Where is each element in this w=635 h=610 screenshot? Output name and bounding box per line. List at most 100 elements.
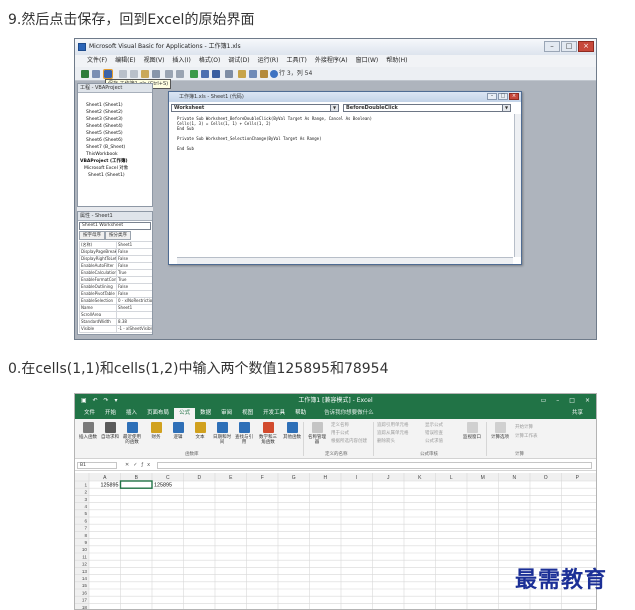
tree-item[interactable]: Sheet4 (Sheet4) — [86, 123, 152, 130]
help-icon[interactable] — [270, 70, 278, 78]
calculate-sheet-button[interactable]: 计算工作表 — [515, 434, 538, 440]
ribbon-function-button[interactable]: 插入函数 — [77, 422, 99, 440]
vba-menu-item[interactable]: 插入(I) — [168, 55, 194, 67]
vba-menu-item[interactable]: 工具(T) — [282, 55, 310, 67]
row-header[interactable]: 9 — [84, 540, 87, 545]
tree-item[interactable]: ThisWorkbook — [86, 151, 152, 158]
property-row[interactable]: EnablePivotTable False — [79, 290, 152, 298]
code-vertical-scrollbar[interactable] — [514, 114, 521, 257]
excel-close-button[interactable]: × — [585, 394, 590, 408]
code-horizontal-scrollbar[interactable] — [177, 257, 513, 264]
cell-value-c1[interactable]: 125895 — [154, 483, 172, 489]
property-value[interactable]: Sheet1 — [116, 241, 152, 249]
ribbon-function-button[interactable]: 数学和三角函数 — [257, 422, 279, 445]
properties-icon[interactable] — [249, 70, 257, 78]
break-icon[interactable] — [201, 70, 209, 78]
column-header[interactable]: M — [481, 475, 485, 481]
minimize-button[interactable]: – — [544, 41, 560, 52]
vba-menu-item[interactable]: 视图(V) — [140, 55, 169, 67]
tree-item[interactable]: Sheet2 (Sheet2) — [86, 109, 152, 116]
row-header[interactable]: 16 — [82, 590, 88, 595]
trace-precedents-button[interactable]: 追踪引用单元格 — [377, 423, 409, 429]
properties-tab[interactable]: 按字母序 — [79, 231, 105, 240]
watch-window-button[interactable]: 监视窗口 — [461, 422, 483, 440]
property-row[interactable]: Visible -1 - xlSheetVisible — [79, 325, 152, 333]
property-value[interactable]: False — [116, 255, 152, 263]
tree-item[interactable]: VBAProject (工作簿) — [80, 158, 152, 165]
column-header[interactable]: I — [356, 475, 357, 481]
property-row[interactable]: StandardWidth 8.38 — [79, 318, 152, 326]
tree-item[interactable]: Sheet1 (Sheet1) — [86, 102, 152, 109]
formula-input[interactable] — [157, 462, 592, 469]
show-formulas-button[interactable]: 显示公式 — [425, 423, 443, 429]
ribbon-function-button[interactable]: 财务 — [145, 422, 167, 440]
procedure-combo[interactable]: BeforeDoubleClick — [343, 104, 511, 112]
design-mode-icon[interactable] — [225, 70, 233, 78]
ribbon-function-button[interactable]: 查找与引用 — [233, 422, 255, 445]
undo-icon[interactable] — [165, 70, 173, 78]
ribbon-function-button[interactable]: 逻辑 — [167, 422, 189, 440]
code-close-button[interactable]: × — [509, 93, 519, 100]
name-manager-button[interactable]: 名称管理器 — [307, 422, 327, 445]
row-header[interactable]: 3 — [84, 497, 87, 502]
column-header[interactable]: H — [323, 475, 327, 481]
vba-menu-item[interactable]: 格式(O) — [195, 55, 224, 67]
run-icon[interactable] — [190, 70, 198, 78]
ribbon-tab[interactable]: 审阅 — [216, 408, 237, 419]
property-value[interactable] — [116, 311, 152, 319]
ribbon-function-button[interactable]: 日期和时间 — [211, 422, 233, 445]
column-header[interactable]: G — [292, 475, 296, 481]
vba-menu-item[interactable]: 窗口(W) — [352, 55, 383, 67]
insert-module-icon[interactable] — [92, 70, 100, 78]
name-box[interactable]: B1 — [77, 462, 117, 469]
object-browser-icon[interactable] — [260, 70, 268, 78]
trace-dependents-button[interactable]: 追踪从属单元格 — [377, 431, 409, 437]
tree-item[interactable]: Sheet5 (Sheet5) — [86, 130, 152, 137]
row-header[interactable]: 7 — [84, 526, 87, 531]
excel-view-icon[interactable] — [81, 70, 89, 78]
code-minimize-button[interactable]: – — [487, 93, 497, 100]
ribbon-function-button[interactable]: 自动求和 — [99, 422, 121, 440]
close-button[interactable]: × — [578, 41, 594, 52]
property-value[interactable]: 0 - xlNoRestrictions — [116, 297, 152, 305]
row-header[interactable]: 1 — [84, 482, 87, 487]
code-restore-button[interactable]: □ — [498, 93, 508, 100]
tree-item[interactable]: Sheet3 (Sheet3) — [86, 116, 152, 123]
column-header[interactable]: O — [544, 475, 548, 481]
tell-me-search[interactable]: 告诉我你想要做什么 — [319, 408, 379, 419]
column-header[interactable]: D — [197, 475, 201, 481]
property-value[interactable]: -1 - xlSheetVisible — [116, 325, 152, 333]
row-header[interactable]: 15 — [82, 583, 88, 588]
property-row[interactable]: EnableFormatConditionsTrue — [79, 276, 152, 284]
paste-icon[interactable] — [141, 70, 149, 78]
ribbon-tab[interactable]: 文件 — [79, 408, 100, 419]
row-header[interactable]: 10 — [82, 547, 88, 552]
column-header[interactable]: F — [261, 475, 264, 481]
row-header[interactable]: 18 — [82, 605, 88, 610]
ribbon-tab[interactable]: 视图 — [237, 408, 258, 419]
property-value[interactable]: False — [116, 262, 152, 270]
vba-menu-item[interactable]: 文件(F) — [83, 55, 111, 67]
ribbon-tab[interactable]: 页面布局 — [142, 408, 174, 419]
vba-menu-item[interactable]: 调试(D) — [224, 55, 253, 67]
cell-value-a1[interactable]: 125895 — [101, 483, 119, 489]
property-row[interactable]: EnableOutlining False — [79, 283, 152, 291]
column-header[interactable]: L — [450, 475, 453, 481]
share-button[interactable]: 共享 — [567, 408, 588, 419]
excel-minimize-button[interactable]: – — [556, 394, 559, 408]
ribbon-tab[interactable]: 插入 — [121, 408, 142, 419]
evaluate-formula-button[interactable]: 公式求值 — [425, 439, 443, 445]
column-header[interactable]: C — [166, 475, 170, 481]
ribbon-tab[interactable]: 帮助 — [290, 408, 311, 419]
properties-tab[interactable]: 按分类序 — [105, 231, 131, 240]
row-header[interactable]: 2 — [84, 490, 87, 495]
ribbon-tab[interactable]: 开发工具 — [258, 408, 290, 419]
row-header[interactable]: 11 — [82, 554, 87, 559]
calculate-now-button[interactable]: 开始计算 — [515, 425, 533, 431]
ribbon-function-button[interactable]: 文本 — [189, 422, 211, 440]
reset-icon[interactable] — [212, 70, 220, 78]
property-row[interactable]: EnableCalculation True — [79, 269, 152, 277]
row-header[interactable]: 12 — [82, 562, 88, 567]
ribbon-tab[interactable]: 数据 — [195, 408, 216, 419]
property-row[interactable]: ScrollArea — [79, 311, 152, 319]
